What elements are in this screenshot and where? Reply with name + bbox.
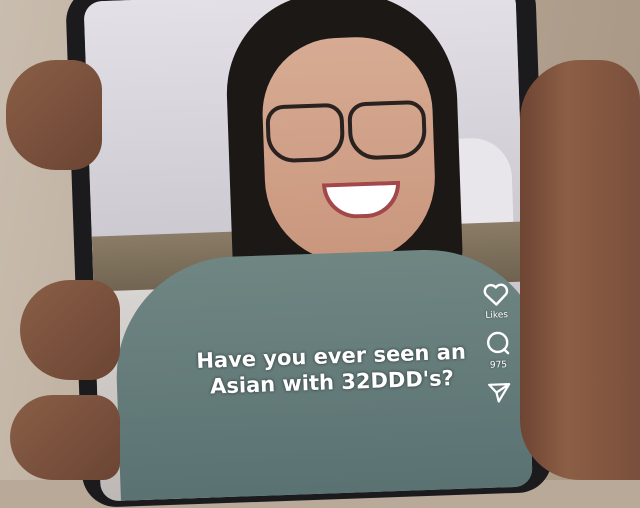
finger-upper [6,60,102,170]
share-button[interactable] [475,380,524,406]
like-label: Likes [485,310,509,321]
post-caption: Have you ever seen an Asian with 32DDD's… [195,339,467,399]
thumb [520,60,640,480]
phone: Have you ever seen an Asian with 32DDD's… [65,0,553,508]
comment-button[interactable]: 975 [473,330,522,372]
finger-lower [10,395,120,480]
video-screen[interactable]: Have you ever seen an Asian with 32DDD's… [83,0,533,502]
like-button[interactable]: Likes [472,282,521,322]
glasses [265,99,428,164]
finger-middle [20,280,120,380]
comment-count: 975 [489,360,508,371]
action-rail: Likes 975 [472,282,525,416]
send-icon [488,383,511,403]
heart-icon [483,283,509,306]
comment-icon [486,331,510,355]
